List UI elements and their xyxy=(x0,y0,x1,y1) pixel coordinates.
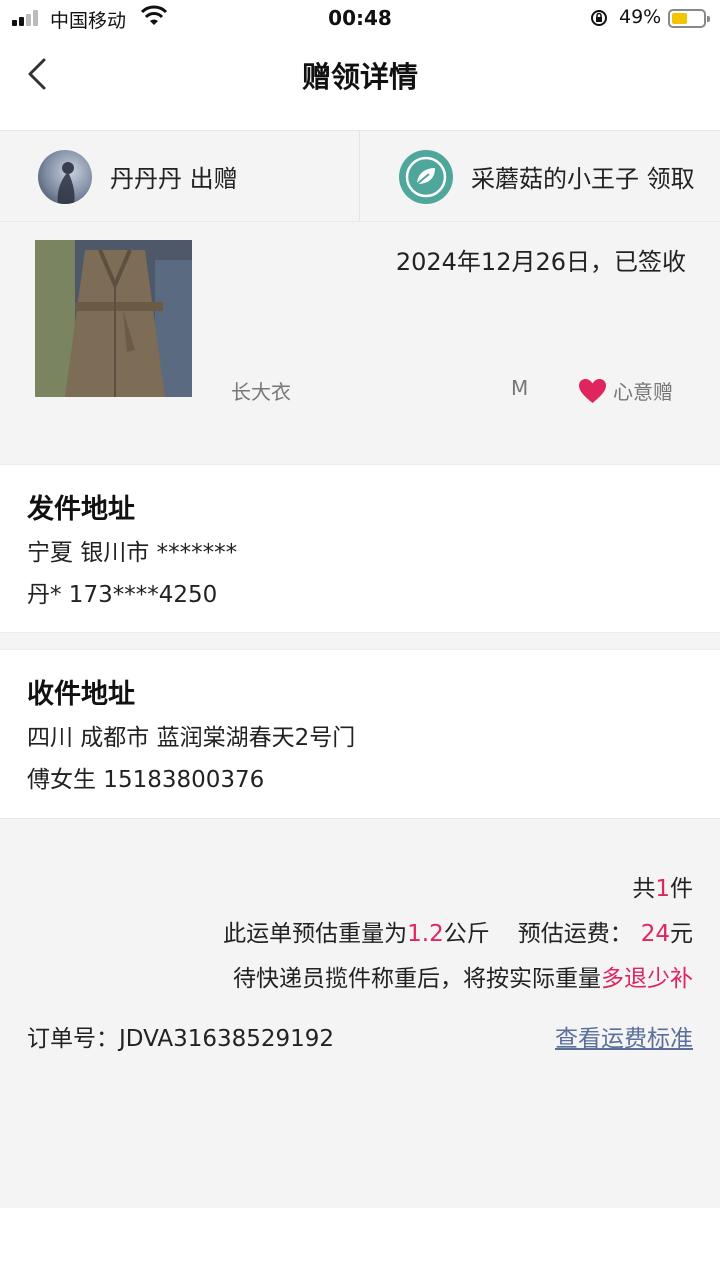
receiver-name: 采蘑菇的小王子 领取 xyxy=(471,165,695,193)
page-title: 赠领详情 xyxy=(301,60,418,94)
weight-unit: 公斤 xyxy=(443,921,490,947)
note-prefix: 待快递员揽件称重后，将按实际重量 xyxy=(233,966,601,992)
receiver-location: 四川 成都市 蓝润棠湖春天2号门 xyxy=(27,725,356,751)
fee-value: 24 xyxy=(640,921,670,947)
weight-value: 1.2 xyxy=(407,921,444,947)
sender-location: 宁夏 银川市 ******* xyxy=(27,540,238,566)
status-bar: 中国移动 00:48 49% xyxy=(0,0,720,36)
item-count: 共1件 xyxy=(632,869,693,903)
order-label: 订单号： xyxy=(27,1026,119,1052)
receiver-address-title: 收件地址 xyxy=(27,679,135,710)
receiver-avatar[interactable] xyxy=(399,150,453,204)
clock: 00:48 xyxy=(328,6,392,30)
fee-unit: 元 xyxy=(670,921,693,947)
participants-row: 丹丹丹 出赠 采蘑菇的小王子 领取 xyxy=(0,130,720,222)
receiver-address-section: 收件地址 四川 成都市 蓝润棠湖春天2号门 傅女生 15183800376 xyxy=(0,650,720,818)
giver-name: 丹丹丹 出赠 xyxy=(110,165,238,193)
order-value: JDVA31638529192 xyxy=(119,1026,335,1052)
sender-contact: 丹* 173****4250 xyxy=(27,582,218,608)
item-photo[interactable] xyxy=(35,240,192,397)
giver-avatar[interactable] xyxy=(38,150,92,204)
note-highlight: 多退少补 xyxy=(601,966,693,992)
item-card[interactable]: 2024年12月26日，已签收 长大衣 M 心意赠 xyxy=(0,222,720,464)
sender-address-section: 发件地址 宁夏 银川市 ******* 丹* 173****4250 xyxy=(0,464,720,632)
section-divider xyxy=(0,632,720,650)
receiver-contact: 傅女生 15183800376 xyxy=(27,767,265,793)
item-name: 长大衣 xyxy=(231,380,291,404)
weight-prefix: 此运单预估重量为 xyxy=(223,921,408,947)
order-number: 订单号：JDVA31638529192 xyxy=(27,1019,334,1053)
weight-note-line: 待快递员揽件称重后，将按实际重量多退少补 xyxy=(233,959,693,993)
receiver-cell[interactable]: 采蘑菇的小王子 领取 xyxy=(361,131,720,221)
view-fee-standard-link[interactable]: 查看运费标准 xyxy=(555,1019,693,1053)
battery-icon xyxy=(668,9,710,28)
fee-prefix: 预估运费： xyxy=(517,921,633,947)
gift-type-label: 心意赠 xyxy=(613,380,673,404)
delivery-status: 2024年12月26日，已签收 xyxy=(395,248,686,276)
sender-address-title: 发件地址 xyxy=(27,494,135,525)
item-size: M xyxy=(511,376,529,400)
rotation-lock-icon xyxy=(591,10,607,26)
shipping-section: 共1件 此运单预估重量为1.2公斤 预估运费： 24元 待快递员揽件称重后，将按实际… xyxy=(0,818,720,1208)
weight-fee-line: 此运单预估重量为1.2公斤 预估运费： 24元 xyxy=(223,914,693,948)
count-suffix: 件 xyxy=(670,876,693,902)
count-value: 1 xyxy=(655,876,670,902)
bottom-spacer xyxy=(0,1208,720,1280)
heart-icon xyxy=(579,379,606,403)
giver-cell[interactable]: 丹丹丹 出赠 xyxy=(0,131,360,221)
count-prefix: 共 xyxy=(632,876,656,902)
nav-bar: 赠领详情 xyxy=(0,36,720,130)
battery-percent: 49% xyxy=(619,6,662,28)
